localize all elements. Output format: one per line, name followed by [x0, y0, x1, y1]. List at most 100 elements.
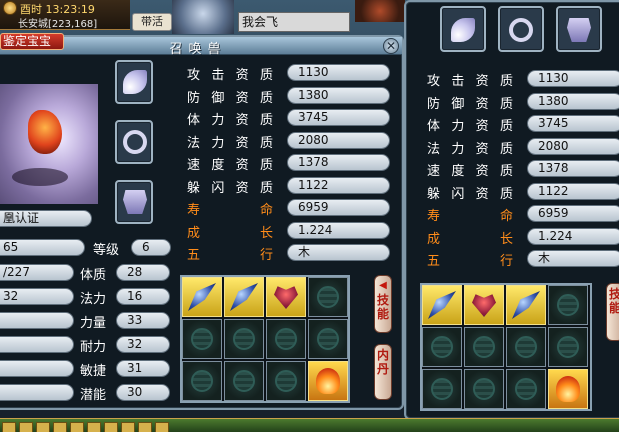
skill-slot[interactable] [464, 285, 504, 325]
empty-skill-slot[interactable] [308, 277, 348, 317]
empty-slot-icon [473, 378, 495, 400]
skills-tab-right[interactable]: 技能 [606, 283, 619, 341]
aptitude-label: 法力资质 [187, 135, 273, 151]
attr-left-value [0, 336, 74, 353]
empty-skill-slot[interactable] [266, 319, 306, 359]
wing-skill-icon [428, 291, 456, 319]
empty-slot-icon [515, 378, 537, 400]
armor-icon [123, 190, 147, 214]
inner-core-tab-label: 内丹 [376, 348, 389, 376]
equip-slot-2[interactable] [115, 120, 153, 164]
skill-slot[interactable] [422, 285, 462, 325]
empty-skill-slot[interactable] [548, 285, 588, 325]
wing-skill-icon [188, 283, 216, 311]
equip-slot-right-3[interactable] [556, 6, 602, 52]
empty-slot-icon [317, 286, 339, 308]
toolbar-slot[interactable] [155, 422, 169, 432]
fire-skill-icon [556, 376, 580, 402]
aptitude-value: 1122 [527, 182, 619, 200]
empty-slot-icon [431, 378, 453, 400]
toolbar-slot[interactable] [104, 422, 118, 432]
aptitude-value: 2080 [527, 137, 619, 155]
fire-skill-icon [316, 368, 340, 394]
empty-slot-icon [233, 370, 255, 392]
aptitude-label: 攻击资质 [427, 74, 513, 89]
toolbar-slot[interactable] [2, 422, 16, 432]
ring-icon [509, 18, 533, 42]
aptitude-label: 体力资质 [187, 113, 273, 128]
toolbar-slot[interactable] [36, 422, 50, 432]
empty-slot-icon [275, 370, 297, 392]
attr-value: 30 [116, 384, 170, 401]
toolbar-slot[interactable] [70, 422, 84, 432]
aptitude-value: 1130 [527, 70, 619, 87]
toolbar-slot[interactable] [87, 422, 101, 432]
skill-slot[interactable] [266, 277, 306, 317]
attr-left-value: 32 [0, 288, 74, 305]
fan-icon [451, 18, 475, 42]
empty-skill-slot[interactable] [224, 361, 264, 401]
empty-skill-slot[interactable] [422, 327, 462, 367]
empty-skill-slot[interactable] [182, 361, 222, 401]
level-value: 6 [131, 239, 171, 256]
empty-skill-slot[interactable] [182, 319, 222, 359]
skill-slot[interactable] [506, 285, 546, 325]
attr-label: 耐力 [80, 340, 107, 355]
aptitude-label: 躲闪资质 [187, 180, 273, 196]
aptitude-label: 寿命 [427, 209, 513, 224]
toolbar-slot[interactable] [53, 422, 67, 432]
level-label: 等级 [93, 243, 120, 258]
aptitude-label: 躲闪资质 [427, 186, 513, 202]
toolbar-slot[interactable] [19, 422, 33, 432]
hp-field: 65 [0, 239, 85, 256]
empty-skill-slot[interactable] [422, 369, 462, 409]
empty-skill-slot[interactable] [224, 319, 264, 359]
aptitude-value: 1378 [527, 160, 619, 177]
equip-slot-1[interactable] [115, 60, 153, 104]
empty-skill-slot[interactable] [308, 319, 348, 359]
appraise-pet-tab[interactable]: 鉴定宝宝 [0, 33, 64, 50]
empty-skill-slot[interactable] [548, 327, 588, 367]
aptitude-value: 1.224 [527, 227, 619, 245]
close-button[interactable]: ✕ [383, 38, 399, 54]
aptitude-value: 6959 [287, 199, 390, 216]
fan-icon [123, 70, 147, 94]
empty-slot-icon [191, 328, 213, 350]
empty-skill-slot[interactable] [266, 361, 306, 401]
empty-skill-slot[interactable] [464, 327, 504, 367]
attr-left-value: /227 [0, 264, 74, 281]
aptitude-label: 速度资质 [187, 158, 273, 173]
empty-slot-icon [557, 336, 579, 358]
equip-slot-3[interactable] [115, 180, 153, 224]
aptitude-value: 木 [287, 244, 390, 261]
aptitude-label: 攻击资质 [187, 68, 273, 83]
armor-icon [567, 18, 591, 42]
chat-message: 我会飞 [238, 12, 350, 32]
aptitude-value: 3745 [287, 109, 390, 126]
empty-slot-icon [233, 328, 255, 350]
empty-skill-slot[interactable] [506, 369, 546, 409]
toolbar-slot[interactable] [138, 422, 152, 432]
inner-core-tab[interactable]: 内丹 [374, 344, 392, 400]
wing-skill-icon [512, 291, 540, 319]
ring-icon [123, 130, 147, 154]
attr-label: 潜能 [80, 388, 107, 403]
skill-slot[interactable] [224, 277, 264, 317]
aptitude-label: 防御资质 [427, 96, 513, 112]
equip-slot-right-2[interactable] [498, 6, 544, 52]
aptitude-label: 成长 [187, 225, 273, 241]
equip-slot-right-1[interactable] [440, 6, 486, 52]
skills-tab[interactable]: ◀ 技能 [374, 275, 392, 333]
skill-slot[interactable] [308, 361, 348, 401]
aptitude-value: 2080 [287, 131, 390, 149]
wing-skill-icon [230, 283, 258, 311]
empty-skill-slot[interactable] [464, 369, 504, 409]
time-location-hud: 酉时 13:23:19 长安城[223,168] [0, 0, 130, 30]
skill-slot[interactable] [182, 277, 222, 317]
aptitude-label: 体力资质 [427, 119, 513, 134]
heart-skill-icon [274, 286, 298, 309]
skill-slot[interactable] [548, 369, 588, 409]
empty-skill-slot[interactable] [506, 327, 546, 367]
top-tab[interactable]: 带活 [132, 13, 172, 31]
toolbar-slot[interactable] [121, 422, 135, 432]
